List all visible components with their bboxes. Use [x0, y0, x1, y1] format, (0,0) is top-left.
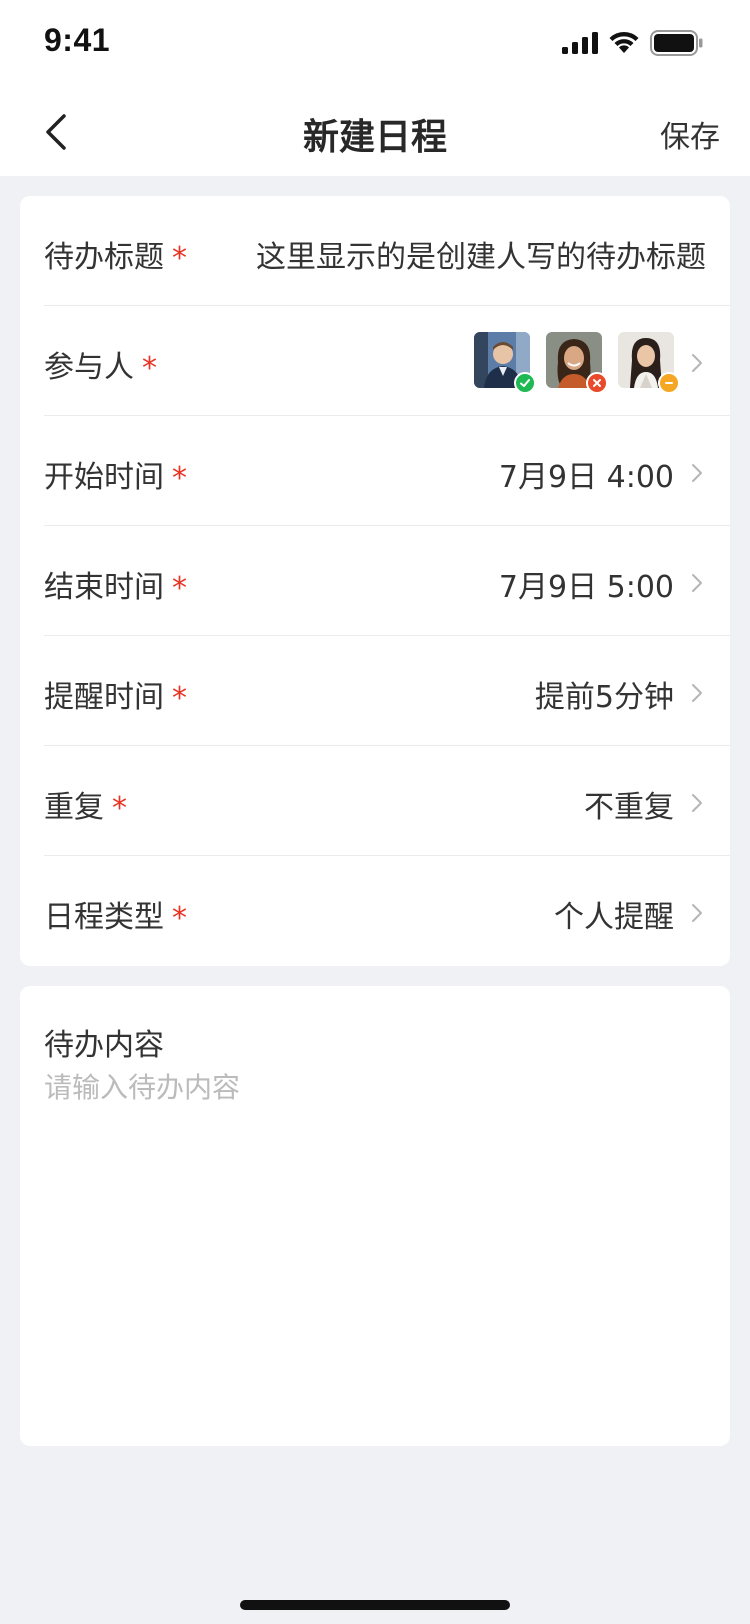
end-time-value: 7月9日 5:00 [498, 570, 674, 605]
chevron-right-icon [692, 464, 702, 482]
chevron-right-icon [692, 354, 702, 372]
home-indicator[interactable] [240, 1600, 510, 1610]
participants-label: 参与人 [44, 350, 134, 385]
reminder-row[interactable]: 提醒时间 * 提前5分钟 [44, 636, 730, 746]
status-bar: 9:41 [0, 0, 750, 88]
status-badge [658, 372, 680, 394]
status-icons [562, 30, 704, 56]
schedule-form-card: 待办标题 * 这里显示的是创建人写的待办标题 参与人 * 开始时间 * 7月9日… [20, 196, 730, 966]
end-time-row[interactable]: 结束时间 * 7月9日 5:00 [44, 526, 730, 636]
reminder-value: 提前5分钟 [534, 680, 674, 715]
avatar[interactable] [474, 332, 536, 394]
required-mark: * [142, 350, 157, 386]
page-title: 新建日程 [302, 117, 447, 158]
avatar[interactable] [546, 332, 608, 394]
status-badge [586, 372, 608, 394]
chevron-right-icon [692, 574, 702, 592]
cellular-signal-icon [562, 32, 598, 54]
start-time-value: 7月9日 4:00 [498, 460, 674, 495]
required-mark: * [172, 900, 187, 936]
chevron-right-icon [692, 794, 702, 812]
end-time-label: 结束时间 [44, 570, 164, 605]
avatar[interactable] [618, 332, 680, 394]
content-label: 待办内容 [44, 1028, 164, 1063]
status-time: 9:41 [44, 22, 111, 58]
nav-bar: 新建日程 保存 [0, 88, 750, 176]
save-button[interactable]: 保存 [660, 112, 720, 156]
repeat-row[interactable]: 重复 * 不重复 [44, 746, 730, 856]
chevron-right-icon [692, 684, 702, 702]
reminder-label: 提醒时间 [44, 680, 164, 715]
start-time-label: 开始时间 [44, 460, 164, 495]
title-label: 待办标题 [44, 240, 164, 275]
check-icon [520, 379, 530, 387]
battery-icon [650, 30, 703, 56]
schedule-type-label: 日程类型 [44, 900, 164, 935]
required-mark: * [172, 570, 187, 606]
schedule-type-value: 个人提醒 [554, 900, 674, 935]
schedule-type-row[interactable]: 日程类型 * 个人提醒 [44, 856, 730, 966]
required-mark: * [172, 680, 187, 716]
wifi-icon [609, 31, 639, 53]
start-time-row[interactable]: 开始时间 * 7月9日 4:00 [44, 416, 730, 526]
title-row[interactable]: 待办标题 * 这里显示的是创建人写的待办标题 [44, 196, 730, 306]
close-icon [593, 379, 601, 387]
chevron-right-icon [692, 904, 702, 922]
minus-icon [665, 382, 673, 384]
required-mark: * [172, 240, 187, 276]
status-badge [514, 372, 536, 394]
repeat-label: 重复 [44, 790, 104, 825]
content-card: 待办内容 [20, 986, 730, 1446]
content-textarea[interactable] [44, 1066, 706, 1406]
participants-row[interactable]: 参与人 * [44, 306, 730, 416]
repeat-value: 不重复 [584, 790, 674, 825]
participant-avatars[interactable] [474, 332, 680, 394]
required-mark: * [112, 790, 127, 826]
title-value[interactable]: 这里显示的是创建人写的待办标题 [256, 232, 706, 276]
required-mark: * [172, 460, 187, 496]
